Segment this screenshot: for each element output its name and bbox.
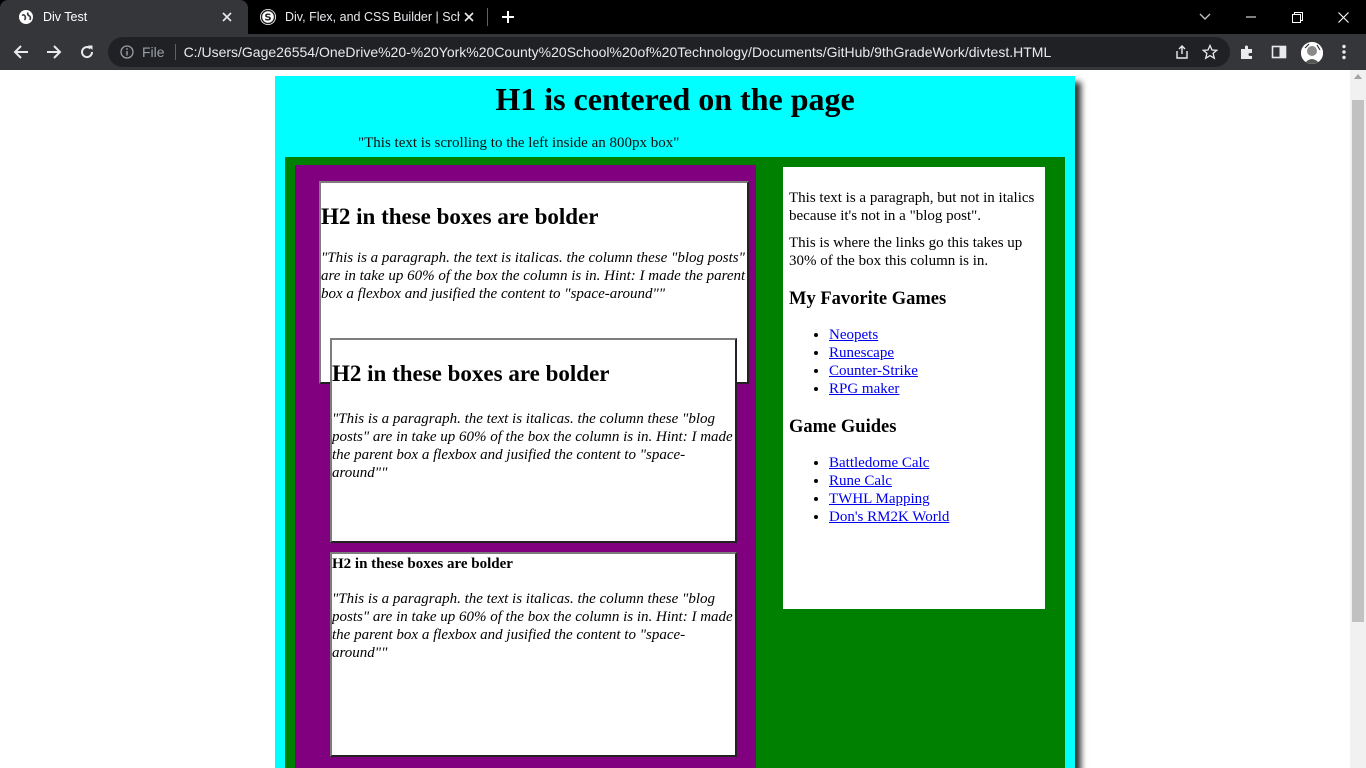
restore-icon[interactable] bbox=[1274, 0, 1320, 34]
link-runescape[interactable]: Runescape bbox=[829, 345, 894, 361]
scrolling-text: "This text is scrolling to the left insi… bbox=[358, 135, 680, 151]
blog-post-body: "This is a paragraph. the text is italic… bbox=[332, 591, 733, 661]
list-item: Neopets bbox=[829, 326, 1039, 344]
link-rpg-maker[interactable]: RPG maker bbox=[829, 381, 899, 397]
sidebar-heading-games: My Favorite Games bbox=[789, 289, 947, 309]
tab-title: Div Test bbox=[43, 10, 88, 24]
link-counter-strike[interactable]: Counter-Strike bbox=[829, 363, 918, 379]
tab-search-chevron-icon[interactable] bbox=[1182, 0, 1228, 34]
guides-list: Battledome Calc Rune Calc TWHL Mapping D… bbox=[789, 454, 1039, 526]
sidebar-paragraph: This text is a paragraph, but not in ita… bbox=[789, 190, 1035, 224]
links-sidebar: This text is a paragraph, but not in ita… bbox=[783, 167, 1045, 609]
new-tab-icon[interactable] bbox=[496, 5, 520, 29]
side-panel-icon[interactable] bbox=[1266, 40, 1292, 64]
tab-title: Div, Flex, and CSS Builder | School bbox=[285, 10, 460, 24]
close-window-icon[interactable] bbox=[1320, 0, 1366, 34]
list-item: TWHL Mapping bbox=[829, 490, 1039, 508]
vertical-scrollbar[interactable] bbox=[1350, 70, 1366, 768]
close-tab-icon[interactable] bbox=[218, 8, 236, 26]
blog-post-heading: H2 in these boxes are bolder bbox=[332, 556, 513, 572]
list-item: Rune Calc bbox=[829, 472, 1039, 490]
reload-icon[interactable] bbox=[74, 40, 100, 64]
link-rune-calc[interactable]: Rune Calc bbox=[829, 473, 892, 489]
page-wrapper: H1 is centered on the page "This text is… bbox=[275, 76, 1075, 768]
blog-post-body: "This is a paragraph. the text is italic… bbox=[332, 411, 733, 481]
tab-div-test[interactable]: Div Test bbox=[0, 0, 248, 34]
link-twhl-mapping[interactable]: TWHL Mapping bbox=[829, 491, 930, 507]
profile-avatar[interactable] bbox=[1301, 42, 1323, 64]
link-neopets[interactable]: Neopets bbox=[829, 327, 878, 343]
blog-post: H2 in these boxes are bolder "This is a … bbox=[330, 338, 737, 543]
s-logo-icon: S bbox=[260, 9, 276, 25]
link-battledome-calc[interactable]: Battledome Calc bbox=[829, 455, 929, 471]
forward-icon[interactable] bbox=[41, 40, 67, 64]
scrollbar-thumb[interactable] bbox=[1352, 100, 1364, 622]
blog-posts-column: H2 in these boxes are bolder "This is a … bbox=[295, 165, 756, 768]
tab-separator bbox=[487, 8, 488, 26]
tab-strip: Div Test S Div, Flex, and CSS Builder | … bbox=[0, 0, 1366, 34]
browser-toolbar: File C:/Users/Gage26554/OneDrive%20-%20Y… bbox=[0, 34, 1366, 70]
sidebar-heading-guides: Game Guides bbox=[789, 417, 897, 437]
blog-post-heading: H2 in these boxes are bolder bbox=[332, 361, 610, 386]
menu-kebab-icon[interactable] bbox=[1331, 40, 1357, 64]
minimize-icon[interactable] bbox=[1228, 0, 1274, 34]
list-item: Runescape bbox=[829, 344, 1039, 362]
scheme-label: File bbox=[142, 44, 165, 60]
page-title: H1 is centered on the page bbox=[495, 81, 855, 117]
blog-post-heading: H2 in these boxes are bolder bbox=[321, 204, 599, 229]
blog-post-body: "This is a paragraph. the text is italic… bbox=[321, 250, 746, 302]
extensions-icon[interactable] bbox=[1234, 40, 1260, 64]
games-list: Neopets Runescape Counter-Strike RPG mak… bbox=[789, 326, 1039, 398]
globe-icon bbox=[18, 9, 34, 25]
bookmark-star-icon[interactable] bbox=[1196, 38, 1224, 66]
svg-text:S: S bbox=[264, 13, 271, 24]
url-text[interactable]: C:/Users/Gage26554/OneDrive%20-%20York%2… bbox=[184, 44, 1168, 60]
tab-css-builder[interactable]: S Div, Flex, and CSS Builder | School bbox=[248, 0, 488, 34]
blog-post: H2 in these boxes are bolder "This is a … bbox=[330, 552, 737, 757]
main-content-column: H2 in these boxes are bolder "This is a … bbox=[285, 157, 1065, 768]
address-separator bbox=[174, 44, 176, 60]
list-item: Don's RM2K World bbox=[829, 508, 1039, 526]
list-item: RPG maker bbox=[829, 380, 1039, 398]
sidebar-paragraph: This is where the links go this takes up… bbox=[789, 235, 1023, 269]
list-item: Counter-Strike bbox=[829, 362, 1039, 380]
page-viewport: H1 is centered on the page "This text is… bbox=[0, 70, 1350, 768]
list-item: Battledome Calc bbox=[829, 454, 1039, 472]
info-icon[interactable] bbox=[119, 44, 135, 60]
address-bar[interactable]: File C:/Users/Gage26554/OneDrive%20-%20Y… bbox=[108, 37, 1230, 67]
share-icon[interactable] bbox=[1168, 38, 1196, 66]
back-icon[interactable] bbox=[8, 40, 34, 64]
link-dons-rm2k-world[interactable]: Don's RM2K World bbox=[829, 509, 949, 525]
close-tab-icon[interactable] bbox=[460, 8, 478, 26]
scroll-up-arrow-icon[interactable] bbox=[1354, 74, 1362, 79]
